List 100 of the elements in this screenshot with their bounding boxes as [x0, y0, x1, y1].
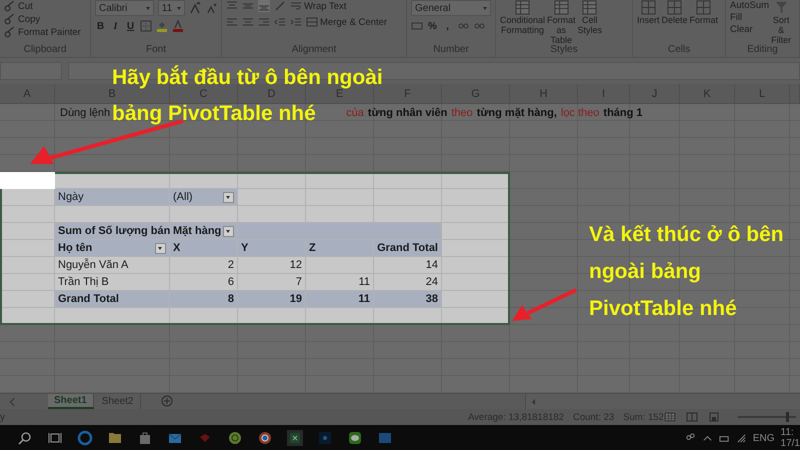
scroll-left-icon[interactable]	[530, 398, 538, 406]
scissors-icon	[4, 13, 16, 25]
spreadsheet-icon[interactable]	[287, 430, 303, 446]
target-icon[interactable]	[227, 430, 243, 446]
merge-center-button[interactable]: Merge & Center	[306, 16, 388, 28]
pivot-cell: 12	[238, 257, 306, 274]
number-format-dropdown[interactable]: General	[411, 0, 491, 16]
task-view-icon[interactable]	[47, 430, 63, 446]
wifi-icon[interactable]	[736, 432, 747, 444]
instruction-text: từng mặt hàng,	[476, 106, 557, 118]
cells-icon	[696, 0, 712, 15]
clock-time[interactable]: 11:	[780, 427, 800, 438]
pivot-cell: 14	[374, 257, 442, 274]
cells-button[interactable]: Format	[690, 0, 718, 25]
orientation-icon[interactable]	[274, 0, 286, 12]
merge-cells-icon	[306, 16, 318, 28]
styles-button[interactable]: Conditional Formatting	[500, 0, 546, 35]
grand-total-cell: 19	[238, 291, 306, 308]
photos-icon[interactable]	[377, 430, 393, 446]
pivot-value-label: Sum of Số lượng bán	[55, 223, 170, 240]
font-color-icon[interactable]	[172, 20, 184, 32]
clock-date[interactable]: 17/1	[780, 438, 800, 449]
instruction-text: từng nhân viên	[368, 106, 448, 118]
shopping-bag-icon[interactable]	[137, 430, 153, 446]
text-style-button[interactable]: U	[125, 20, 136, 32]
shrink-font-icon[interactable]	[205, 2, 217, 14]
grand-total-cell: 8	[170, 291, 238, 308]
active-cell[interactable]	[0, 172, 55, 189]
cells-button[interactable]: Insert	[637, 0, 660, 25]
wrap-text-icon	[290, 0, 302, 12]
editing-button[interactable]: Fill	[730, 12, 770, 23]
align-bottom-icon[interactable]	[258, 0, 270, 12]
ribbon-button[interactable]: Copy	[4, 13, 86, 25]
caret-icon	[146, 6, 150, 10]
font-dropdown[interactable]: Calibri	[95, 0, 154, 16]
search-icon[interactable]	[17, 430, 33, 446]
normal-view-icon[interactable]	[664, 412, 676, 422]
filter-value[interactable]: (All)	[170, 189, 238, 206]
increase-indent-icon[interactable]	[290, 16, 302, 28]
annotation-text: bảng PivotTable nhé	[112, 103, 316, 125]
styles-button[interactable]: Format as Table	[547, 0, 576, 44]
instruction-text: Dùng lệnh	[60, 106, 110, 118]
annotation-text: Và kết thúc ở ô bên	[589, 224, 784, 246]
decrease-indent-icon[interactable]	[274, 16, 286, 28]
caret-icon	[483, 6, 487, 10]
wrap-text-button[interactable]: Wrap Text	[290, 0, 346, 12]
sheet-tab[interactable]: Sheet1	[48, 394, 94, 409]
instruction-text: tháng 1	[603, 106, 643, 118]
chat-icon[interactable]	[347, 430, 363, 446]
text-style-button[interactable]: I	[110, 20, 121, 32]
filter-dropdown-icon[interactable]	[155, 242, 166, 254]
annotation-text: PivotTable nhé	[589, 298, 737, 320]
grow-font-icon[interactable]	[189, 2, 201, 14]
text-style-button[interactable]: B	[95, 20, 106, 32]
page-layout-icon[interactable]	[686, 412, 698, 422]
number-style-button[interactable]: %	[427, 20, 438, 32]
number-style-button[interactable]: ,	[442, 20, 453, 32]
filter-label: Ngày	[55, 189, 170, 206]
pivot-column-header: X	[170, 240, 238, 257]
filter-dropdown-icon[interactable]	[223, 192, 234, 202]
editing-button[interactable]: Clear	[730, 24, 770, 35]
instruction-text: theo	[451, 106, 473, 118]
sort-filter-button[interactable]: Sort & Filter	[771, 0, 792, 44]
instruction-text: của	[346, 106, 364, 118]
styles-button[interactable]: Cell Styles	[578, 0, 602, 35]
grand-total-label: Grand Total	[55, 291, 170, 308]
caret-icon	[177, 6, 181, 10]
align-left-icon[interactable]	[226, 16, 238, 28]
add-sheet-icon[interactable]	[160, 395, 172, 407]
pivot-column-header: Grand Total	[374, 240, 442, 257]
annotation-text: ngoài bảng	[589, 261, 701, 283]
filter-dropdown-icon[interactable]	[223, 226, 234, 236]
browser-icon[interactable]	[257, 430, 273, 446]
arrow	[510, 287, 580, 323]
row-field-label[interactable]: Họ tên	[55, 240, 170, 257]
font-size-dropdown[interactable]: 11	[158, 0, 185, 16]
cells-button[interactable]: Delete	[662, 0, 688, 25]
grand-total-cell: 11	[306, 291, 374, 308]
grand-total-cell: 38	[374, 291, 442, 308]
pivot-column-header: Z	[306, 240, 374, 257]
align-center-icon[interactable]	[242, 16, 254, 28]
pivot-row-label: Nguyễn Văn A	[55, 257, 170, 274]
fill-color-icon[interactable]	[156, 20, 168, 32]
scissors-icon	[4, 26, 16, 38]
page-break-icon[interactable]	[708, 412, 720, 422]
folder-icon[interactable]	[107, 430, 123, 446]
editing-button[interactable]: AutoSum	[730, 0, 770, 11]
currency-icon[interactable]	[411, 20, 423, 32]
scissors-icon	[4, 0, 16, 12]
slider-thumb[interactable]	[786, 412, 790, 422]
align-right-icon[interactable]	[258, 16, 270, 28]
instruction-text: lọc theo	[560, 106, 600, 118]
borders-icon[interactable]	[140, 20, 152, 32]
ribbon-button[interactable]: Format Painter	[4, 26, 86, 38]
language-indicator[interactable]: ENG	[752, 432, 775, 444]
photo-editor-icon[interactable]	[317, 430, 333, 446]
pivot-column-header: Y	[238, 240, 306, 257]
column-field-label[interactable]: Mặt hàng	[170, 223, 238, 240]
ribbon-button[interactable]: Cut	[4, 0, 86, 12]
cells-icon	[667, 0, 682, 15]
